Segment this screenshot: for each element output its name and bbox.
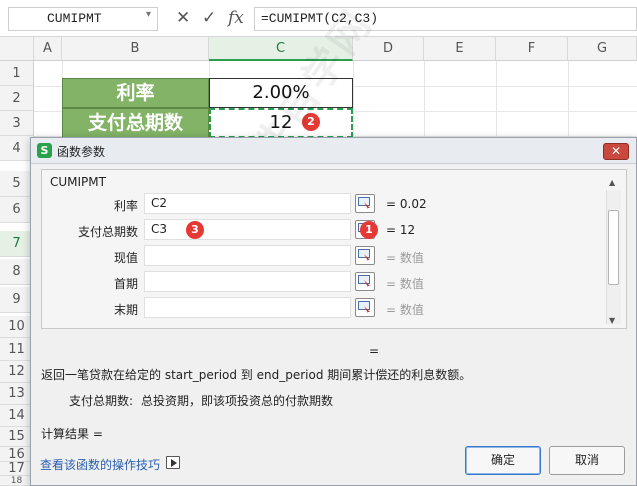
arg-input-rate[interactable]: C2 <box>144 193 351 214</box>
arg-label-start-period: 首期 <box>113 277 138 291</box>
column-header-d[interactable]: D <box>353 37 424 61</box>
collapse-dialog-button-pv[interactable] <box>355 246 375 265</box>
select-range-icon <box>358 301 370 314</box>
arg-input-start-period[interactable] <box>144 271 351 292</box>
ok-button[interactable]: 确定 <box>465 446 541 475</box>
arg-result-nper: = 12 <box>386 223 416 237</box>
arg-label-end-period: 末期 <box>113 303 138 317</box>
app-logo-icon: S <box>37 143 52 158</box>
collapse-dialog-button-end-period[interactable] <box>355 298 375 317</box>
collapse-dialog-button-rate[interactable] <box>355 194 375 213</box>
select-range-icon <box>358 275 370 288</box>
close-button[interactable]: ✕ <box>603 143 629 160</box>
confirm-formula-icon[interactable]: ✓ <box>202 8 216 28</box>
function-description: 返回一笔贷款在给定的 start_period 到 end_period 期间累… <box>41 368 472 382</box>
arg-label-rate: 利率 <box>113 199 138 213</box>
arg-result-rate: = 0.02 <box>386 197 427 211</box>
row-header-13[interactable]: 13 <box>0 383 34 405</box>
row-header-14[interactable]: 14 <box>0 405 34 427</box>
column-header-e[interactable]: E <box>424 37 496 61</box>
collapse-dialog-button-start-period[interactable] <box>355 272 375 291</box>
select-range-icon <box>358 197 370 210</box>
row-header-16[interactable]: 16 <box>0 447 34 462</box>
row-header-5[interactable]: 5 <box>0 171 34 197</box>
param-help-label: 支付总期数: <box>69 394 134 408</box>
cell-c2[interactable]: 2.00% <box>209 78 353 108</box>
select-range-icon <box>358 249 370 262</box>
arguments-group: CUMIPMT 利率 C2 = 0.02 支付总期数 C3 3 1 = 12 现… <box>41 169 627 329</box>
function-tips-link[interactable]: 查看该函数的操作技巧 <box>40 456 160 473</box>
row-header-3[interactable]: 3 <box>0 111 34 136</box>
scroll-up-icon[interactable]: ▲ <box>609 178 615 187</box>
scroll-down-icon[interactable]: ▼ <box>609 316 615 325</box>
arg-label-pv: 现值 <box>113 251 138 265</box>
row-header-17[interactable]: 17 <box>0 462 34 476</box>
column-header-a[interactable]: A <box>34 37 62 61</box>
column-header-b[interactable]: B <box>62 37 209 61</box>
video-tips-icon[interactable] <box>166 456 180 469</box>
arg-result-pv: = 数值 <box>386 251 424 265</box>
function-arguments-dialog: S 函数参数 ✕ CUMIPMT 利率 C2 = 0.02 支付总期数 C3 3… <box>30 137 637 486</box>
arg-label-nper: 支付总期数 <box>77 225 138 239</box>
step-badge: 3 <box>186 221 204 239</box>
name-box[interactable]: CUMIPMT <box>8 7 158 31</box>
arg-input-pv[interactable] <box>144 245 351 266</box>
row-header-18[interactable]: 18 <box>0 476 34 486</box>
step-badge: 2 <box>302 113 320 131</box>
row-header-8[interactable]: 8 <box>0 259 34 285</box>
row-header-6[interactable]: 6 <box>0 197 34 223</box>
dialog-title: 函数参数 <box>57 145 106 159</box>
column-header-c[interactable]: C <box>209 37 353 61</box>
select-all-corner[interactable] <box>0 37 34 61</box>
arg-result-start-period: = 数值 <box>386 277 424 291</box>
cell-b2[interactable]: 利率 <box>62 78 209 108</box>
cancel-formula-icon[interactable]: ✕ <box>176 8 190 28</box>
arg-input-end-period[interactable] <box>144 297 351 318</box>
row-header-11[interactable]: 11 <box>0 338 34 361</box>
row-header-7[interactable]: 7 <box>0 231 34 257</box>
param-help-text: 总投资期，即该项投资总的付款期数 <box>141 394 334 408</box>
function-name: CUMIPMT <box>50 175 106 189</box>
overall-result: = <box>369 344 380 358</box>
arg-input-nper[interactable]: C3 <box>144 219 351 240</box>
row-header-1[interactable]: 1 <box>0 61 34 86</box>
row-header-2[interactable]: 2 <box>0 86 34 111</box>
cancel-button[interactable]: 取消 <box>549 446 625 475</box>
cell-c3[interactable]: 12 <box>209 108 353 138</box>
row-header-10[interactable]: 10 <box>0 316 34 338</box>
dialog-title-bar[interactable]: S 函数参数 ✕ <box>31 138 636 164</box>
column-header-f[interactable]: F <box>496 37 568 61</box>
column-header-g[interactable]: G <box>568 37 637 61</box>
step-badge: 1 <box>360 221 378 239</box>
row-header-12[interactable]: 12 <box>0 361 34 383</box>
formula-input[interactable]: =CUMIPMT(C2,C3) <box>254 7 637 31</box>
cell-b3[interactable]: 支付总期数 <box>62 108 209 138</box>
scrollbar-thumb[interactable] <box>608 210 619 285</box>
row-header-15[interactable]: 15 <box>0 427 34 447</box>
calc-result: 计算结果 = <box>41 427 103 441</box>
play-icon <box>171 459 177 467</box>
insert-function-icon[interactable]: fx <box>228 8 244 28</box>
row-header-4[interactable]: 4 <box>0 136 34 161</box>
row-header-9[interactable]: 9 <box>0 287 34 313</box>
name-box-dropdown-icon[interactable]: ▾ <box>146 9 151 20</box>
arg-result-end-period: = 数值 <box>386 303 424 317</box>
